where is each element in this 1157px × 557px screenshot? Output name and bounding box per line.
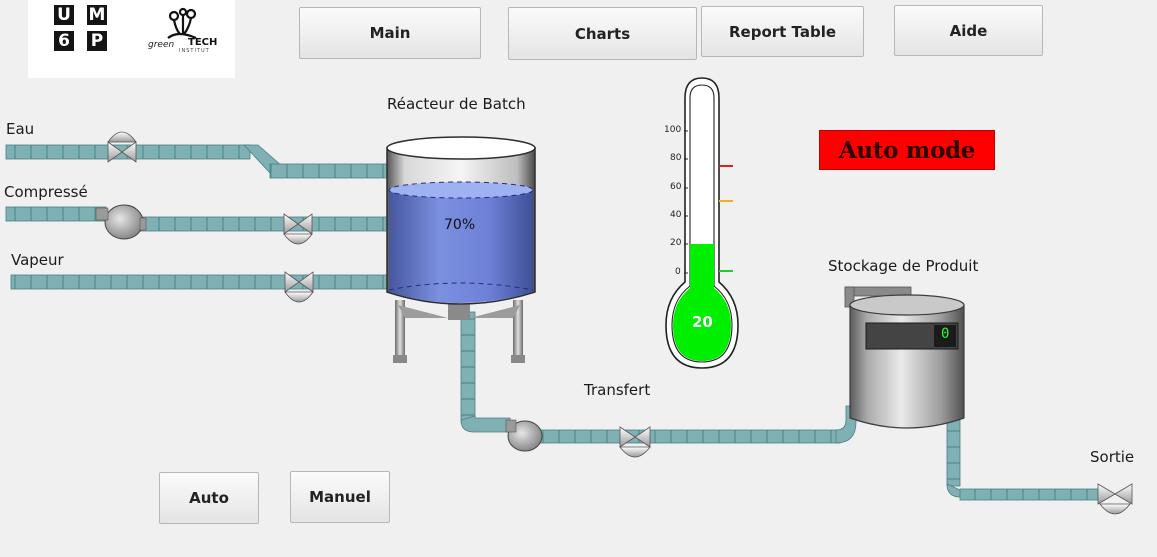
vapeur-label: Vapeur bbox=[11, 251, 64, 269]
manuel-button[interactable]: Manuel bbox=[290, 471, 390, 523]
reactor-title: Réacteur de Batch bbox=[387, 95, 526, 113]
thermo-tick: 60 bbox=[670, 182, 682, 192]
thermo-tick: 20 bbox=[670, 238, 682, 248]
sortie-valve[interactable] bbox=[1097, 483, 1133, 515]
mode-status-badge: Auto mode bbox=[819, 130, 995, 170]
eau-label: Eau bbox=[6, 120, 35, 138]
thermo-tick: 100 bbox=[664, 125, 682, 135]
thermo-tick: 40 bbox=[670, 210, 682, 220]
storage-tank bbox=[844, 286, 965, 429]
compresse-pipe bbox=[5, 206, 391, 232]
storage-title: Stockage de Produit bbox=[828, 257, 979, 275]
sortie-pipe bbox=[946, 419, 1101, 501]
compresse-pump[interactable] bbox=[95, 204, 147, 240]
storage-display: 0 bbox=[941, 326, 950, 342]
eau-pipe bbox=[5, 144, 391, 179]
thermo-tick: 0 bbox=[675, 267, 681, 277]
reactor-level: 70% bbox=[444, 217, 476, 233]
sortie-label: Sortie bbox=[1090, 448, 1135, 466]
transfer-label: Transfert bbox=[584, 381, 651, 399]
thermometer-fluid bbox=[673, 244, 731, 361]
auto-button[interactable]: Auto bbox=[159, 472, 259, 524]
vapeur-pipe bbox=[10, 274, 391, 290]
thermo-tick: 80 bbox=[670, 153, 682, 163]
compresse-label: Compressé bbox=[4, 183, 88, 201]
transfer-pump[interactable] bbox=[505, 419, 543, 452]
thermometer-value: 20 bbox=[692, 313, 713, 331]
